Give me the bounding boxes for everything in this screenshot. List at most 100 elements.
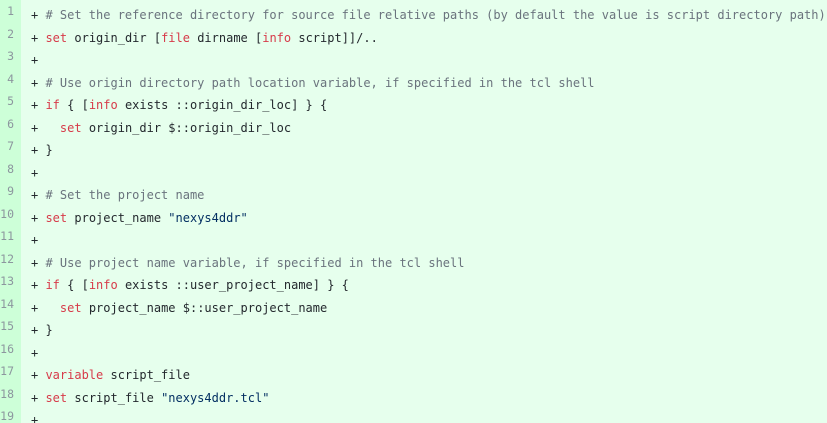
diff-line: 19 +: [0, 407, 827, 423]
line-number[interactable]: 11: [0, 227, 14, 245]
line-number[interactable]: 3: [0, 47, 14, 65]
code-comment: # Use project name variable, if specifie…: [45, 255, 465, 270]
line-number[interactable]: 18: [0, 385, 14, 403]
diff-line: 2 + set origin_dir [file dirname [info sc…: [0, 25, 827, 47]
code-text: +: [31, 120, 60, 135]
code-comment: # Use origin directory path location var…: [45, 75, 595, 90]
code-text: +: [31, 75, 46, 90]
code-text: +: [31, 390, 46, 405]
line-number[interactable]: 6: [0, 115, 14, 133]
code-keyword: info: [88, 98, 118, 112]
code-text: +: [31, 300, 60, 315]
code-content: + if { [info exists ::user_project_name]…: [31, 275, 349, 295]
code-text: project_name: [67, 210, 169, 225]
code-content: +: [31, 163, 38, 183]
diff-line: 9 + # Set the project name: [0, 182, 827, 204]
line-number[interactable]: 5: [0, 92, 14, 110]
code-text: origin_dir $::origin_dir_loc: [81, 120, 292, 135]
code-text: dirname [: [189, 30, 263, 45]
code-keyword: set: [45, 30, 68, 45]
code-content: + # Set the project name: [31, 185, 204, 205]
code-keyword: set: [59, 300, 82, 315]
code-content: +: [31, 343, 38, 363]
code-text: +: [31, 278, 46, 292]
diff-line: 3 +: [0, 47, 827, 69]
line-number[interactable]: 15: [0, 317, 14, 335]
code-text: exists ::origin_dir_loc] } {: [117, 98, 328, 112]
line-number[interactable]: 17: [0, 362, 14, 380]
code-keyword: file: [161, 30, 190, 45]
code-text: +: [31, 210, 46, 225]
diff-line: 14 + set project_name $::user_project_nam…: [0, 295, 827, 317]
code-keyword: set: [45, 210, 68, 225]
line-number[interactable]: 7: [0, 137, 14, 155]
diff-line: 15 + }: [0, 317, 827, 339]
code-content: +: [31, 50, 38, 70]
line-number[interactable]: 12: [0, 250, 14, 268]
diff-line: 5 + if { [info exists ::origin_dir_loc] }…: [0, 92, 827, 114]
line-number[interactable]: 14: [0, 295, 14, 313]
code-comment: # Set the reference directory for source…: [45, 8, 826, 22]
code-keyword: variable: [45, 368, 104, 382]
diff-line: 13 + if { [info exists ::user_project_nam…: [0, 272, 827, 294]
code-content: + # Use project name variable, if specif…: [31, 253, 464, 273]
code-content: + set script_file "nexys4ddr.tcl": [31, 388, 269, 408]
line-number[interactable]: 10: [0, 205, 14, 223]
code-text: script_file: [67, 390, 162, 405]
code-content: + # Use origin directory path location v…: [31, 73, 595, 93]
diff-line: 8 +: [0, 160, 827, 182]
code-text: +: [31, 255, 46, 270]
code-keyword: info: [262, 30, 292, 45]
diff-line: 10 + set project_name "nexys4ddr": [0, 205, 827, 227]
line-number[interactable]: 1: [0, 2, 14, 20]
code-text: script]]/..: [291, 30, 378, 45]
diff-line: 16 +: [0, 340, 827, 362]
code-text: +: [31, 413, 39, 423]
line-number[interactable]: 8: [0, 160, 14, 178]
code-text: +: [31, 98, 46, 112]
code-keyword: set: [59, 120, 82, 135]
code-text: script_file: [103, 368, 190, 382]
code-content: + set project_name $::user_project_name: [31, 298, 327, 318]
code-keyword: info: [88, 278, 118, 292]
diff-line: 17 + variable script_file: [0, 362, 827, 384]
diff-line: 18 + set script_file "nexys4ddr.tcl": [0, 385, 827, 407]
code-content: + set origin_dir [file dirname [info scr…: [31, 28, 378, 48]
code-content: + set project_name "nexys4ddr": [31, 208, 248, 228]
code-string: "nexys4ddr": [168, 210, 248, 225]
line-number[interactable]: 2: [0, 25, 14, 43]
code-text: origin_dir [: [67, 30, 162, 45]
code-content: + if { [info exists ::origin_dir_loc] } …: [31, 95, 327, 115]
code-text: + }: [31, 143, 53, 157]
code-text: exists ::user_project_name] } {: [117, 278, 349, 292]
diff-view: 1 + # Set the reference directory for sou…: [0, 0, 827, 423]
code-text: +: [31, 188, 46, 202]
code-text: +: [31, 165, 39, 180]
code-string: "nexys4ddr.tcl": [161, 390, 270, 405]
code-keyword: set: [45, 390, 68, 405]
line-number[interactable]: 4: [0, 70, 14, 88]
line-number[interactable]: 16: [0, 340, 14, 358]
code-text: +: [31, 53, 39, 67]
line-number[interactable]: 9: [0, 182, 14, 200]
code-content: + variable script_file: [31, 365, 190, 385]
code-text: +: [31, 368, 46, 382]
code-text: project_name $::user_project_name: [81, 300, 328, 315]
diff-line: 7 + }: [0, 137, 827, 159]
code-text: + }: [31, 323, 53, 337]
line-number[interactable]: 13: [0, 272, 14, 290]
code-content: + set origin_dir $::origin_dir_loc: [31, 118, 291, 138]
code-content: +: [31, 410, 38, 423]
diff-line: 4 + # Use origin directory path location …: [0, 70, 827, 92]
diff-line: 6 + set origin_dir $::origin_dir_loc: [0, 115, 827, 137]
code-content: + # Set the reference directory for sour…: [31, 5, 826, 25]
code-text: +: [31, 8, 46, 22]
code-comment: # Set the project name: [45, 188, 205, 202]
code-keyword: if: [45, 98, 60, 112]
line-number[interactable]: 19: [0, 407, 14, 423]
code-keyword: if: [45, 278, 60, 292]
diff-line: 11 +: [0, 227, 827, 249]
code-text: { [: [59, 278, 89, 292]
diff-line: 12 + # Use project name variable, if spec…: [0, 250, 827, 272]
code-content: + }: [31, 320, 53, 340]
